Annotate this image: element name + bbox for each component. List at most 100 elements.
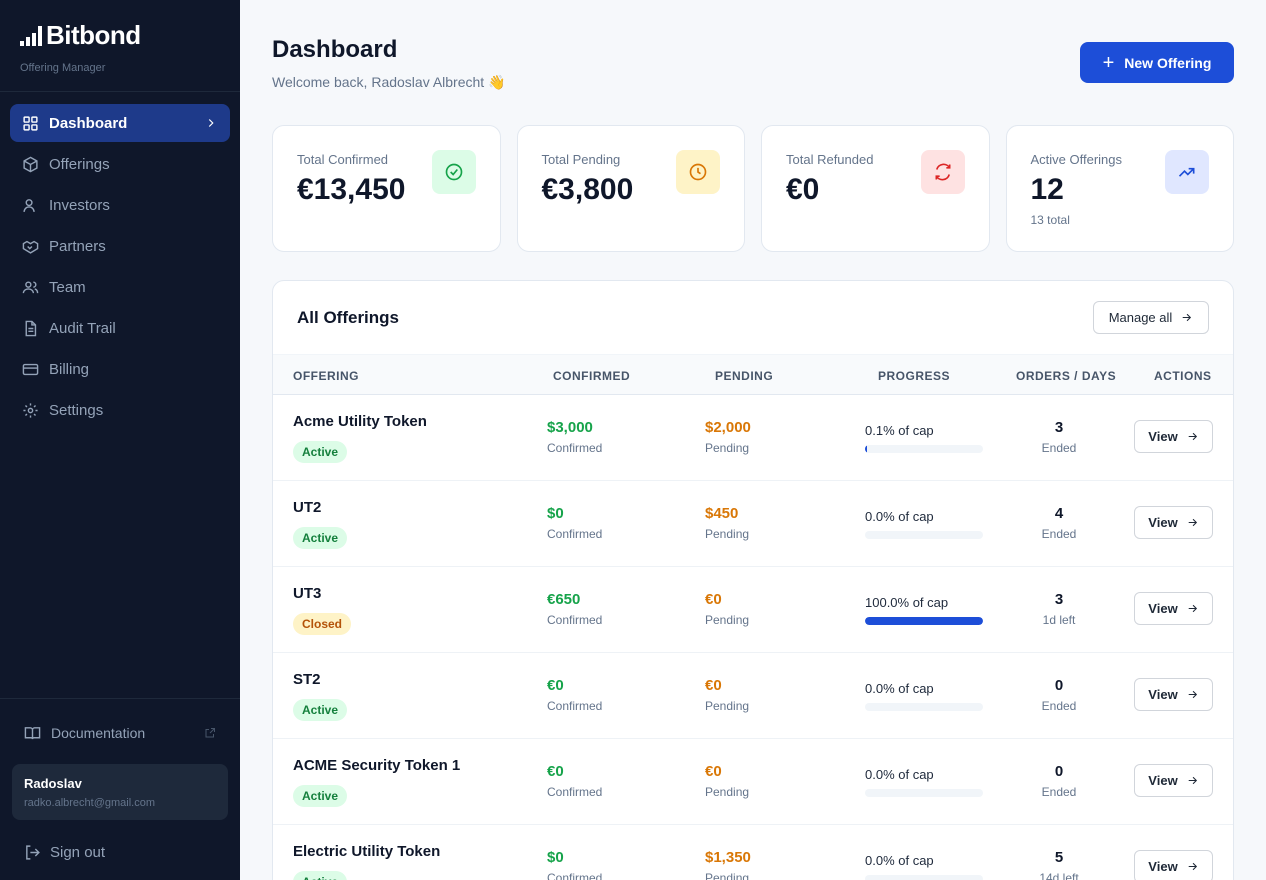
stats-row: Total Confirmed €13,450 Total Pending €3… [272, 125, 1234, 252]
pending-caption: Pending [705, 613, 750, 627]
progress-label: 0.0% of cap [865, 853, 934, 868]
stat-card-total-refunded: Total Refunded €0 [761, 125, 990, 252]
view-button[interactable]: View [1134, 678, 1213, 711]
confirmed-amount: €0 [547, 763, 564, 780]
column-header-pending[interactable]: PENDING [715, 369, 773, 383]
column-header-confirmed[interactable]: CONFIRMED [553, 369, 630, 383]
confirmed-caption: Confirmed [547, 785, 603, 799]
signout-button[interactable]: Sign out [12, 832, 228, 872]
main-content: Dashboard Welcome back, Radoslav Albrech… [240, 0, 1266, 880]
progress-label: 100.0% of cap [865, 595, 949, 610]
bitbond-logo-icon [20, 25, 42, 46]
offering-name[interactable]: ACME Security Token 1 [293, 757, 460, 774]
view-button[interactable]: View [1134, 506, 1213, 539]
user-name: Radoslav [24, 776, 82, 791]
column-header-orders-days[interactable]: ORDERS / DAYS [1016, 369, 1116, 383]
manage-all-label: Manage all [1108, 310, 1173, 325]
sidebar-item-partners[interactable]: Partners [10, 227, 230, 265]
brand: Bitbond Offering Manager [0, 0, 240, 92]
grid-icon [22, 115, 39, 132]
user-email: radko.albrecht@gmail.com [24, 797, 155, 809]
orders-count: 3 [1054, 419, 1064, 436]
view-button[interactable]: View [1134, 764, 1213, 797]
pending-caption: Pending [705, 699, 750, 713]
orders-count: 4 [1054, 505, 1064, 522]
table-row[interactable]: UT3 Closed €650 Confirmed €0 Pending 100.0% of… [273, 567, 1233, 653]
gear-icon [22, 402, 39, 419]
offering-name[interactable]: Electric Utility Token [293, 843, 440, 860]
documentation-label: Documentation [51, 725, 146, 741]
view-label: View [1148, 859, 1178, 874]
brand-name: Bitbond [46, 20, 141, 50]
view-label: View [1148, 515, 1178, 530]
progress-bar [865, 875, 983, 880]
status-badge: Active [293, 699, 348, 721]
sidebar-item-offerings[interactable]: Offerings [10, 145, 230, 183]
offering-name[interactable]: ST2 [293, 671, 321, 688]
progress-bar [865, 531, 983, 539]
pending-caption: Pending [705, 441, 750, 455]
status-badge: Active [293, 527, 348, 549]
view-button[interactable]: View [1134, 850, 1213, 880]
view-label: View [1148, 429, 1178, 444]
table-row[interactable]: ST2 Active €0 Confirmed €0 Pending 0.0% of cap… [273, 653, 1233, 739]
offering-name[interactable]: UT3 [293, 585, 321, 602]
sidebar-item-label: Team [49, 278, 86, 296]
table-row[interactable]: ACME Security Token 1 Active €0 Confirmed €0… [273, 739, 1233, 825]
progress-bar [865, 445, 983, 453]
handshake-icon [22, 238, 39, 255]
user-card[interactable]: Radoslav radko.albrecht@gmail.com [12, 764, 228, 820]
sidebar-item-billing[interactable]: Billing [10, 350, 230, 388]
documentation-link[interactable]: Documentation [12, 711, 228, 755]
offering-name[interactable]: UT2 [293, 499, 321, 516]
book-icon [24, 725, 41, 742]
confirmed-caption: Confirmed [547, 871, 603, 880]
view-button[interactable]: View [1134, 420, 1213, 453]
sidebar-item-team[interactable]: Team [10, 268, 230, 306]
sidebar-item-audit-trail[interactable]: Audit Trail [10, 309, 230, 347]
confirmed-caption: Confirmed [547, 527, 603, 541]
status-badge: Active [293, 441, 348, 463]
days-status: Ended [1041, 527, 1077, 541]
offering-name[interactable]: Acme Utility Token [293, 413, 427, 430]
sidebar-item-investors[interactable]: Investors [10, 186, 230, 224]
chevron-right-icon [204, 116, 218, 130]
all-offerings-card: All Offerings Manage all OFFERING CONFIR… [272, 280, 1234, 880]
users-icon [22, 279, 39, 296]
plus-icon: + [1102, 51, 1115, 74]
view-button[interactable]: View [1134, 592, 1213, 625]
orders-count: 3 [1054, 591, 1064, 608]
sidebar-item-label: Billing [49, 360, 90, 378]
progress-bar [865, 617, 983, 625]
pending-caption: Pending [705, 527, 750, 541]
progress-label: 0.0% of cap [865, 509, 934, 524]
document-icon [22, 320, 39, 337]
progress-label: 0.0% of cap [865, 681, 934, 696]
sidebar-item-label: Partners [49, 237, 106, 255]
confirmed-caption: Confirmed [547, 441, 603, 455]
clock-icon [676, 150, 720, 194]
table-row[interactable]: Electric Utility Token Active $0 Confirmed $… [273, 825, 1233, 880]
sidebar-nav: Dashboard Offerings Investors Partners T… [0, 92, 240, 444]
table-row[interactable]: UT2 Active $0 Confirmed $450 Pending 0.0% of c… [273, 481, 1233, 567]
pending-amount: €0 [705, 763, 722, 780]
sidebar-footer: Documentation Radoslav radko.albrecht@gm… [0, 698, 240, 880]
manage-all-button[interactable]: Manage all [1093, 301, 1209, 334]
column-header-offering[interactable]: OFFERING [293, 369, 359, 383]
table-row[interactable]: Acme Utility Token Active $3,000 Confirmed $… [273, 395, 1233, 481]
pending-amount: €0 [705, 677, 722, 694]
sidebar-item-dashboard[interactable]: Dashboard [10, 104, 230, 142]
column-header-progress[interactable]: PROGRESS [878, 369, 950, 383]
sidebar: Bitbond Offering Manager Dashboard Offer… [0, 0, 240, 880]
stat-card-total-confirmed: Total Confirmed €13,450 [272, 125, 501, 252]
trending-up-icon [1165, 150, 1209, 194]
user-icon [22, 197, 39, 214]
logo[interactable]: Bitbond [20, 20, 220, 51]
logout-icon [24, 844, 41, 861]
progress-bar [865, 789, 983, 797]
confirmed-amount: $0 [547, 849, 564, 866]
sidebar-item-settings[interactable]: Settings [10, 391, 230, 429]
cube-icon [22, 156, 39, 173]
card-title: All Offerings [297, 307, 400, 327]
new-offering-button[interactable]: + New Offering [1080, 42, 1234, 83]
